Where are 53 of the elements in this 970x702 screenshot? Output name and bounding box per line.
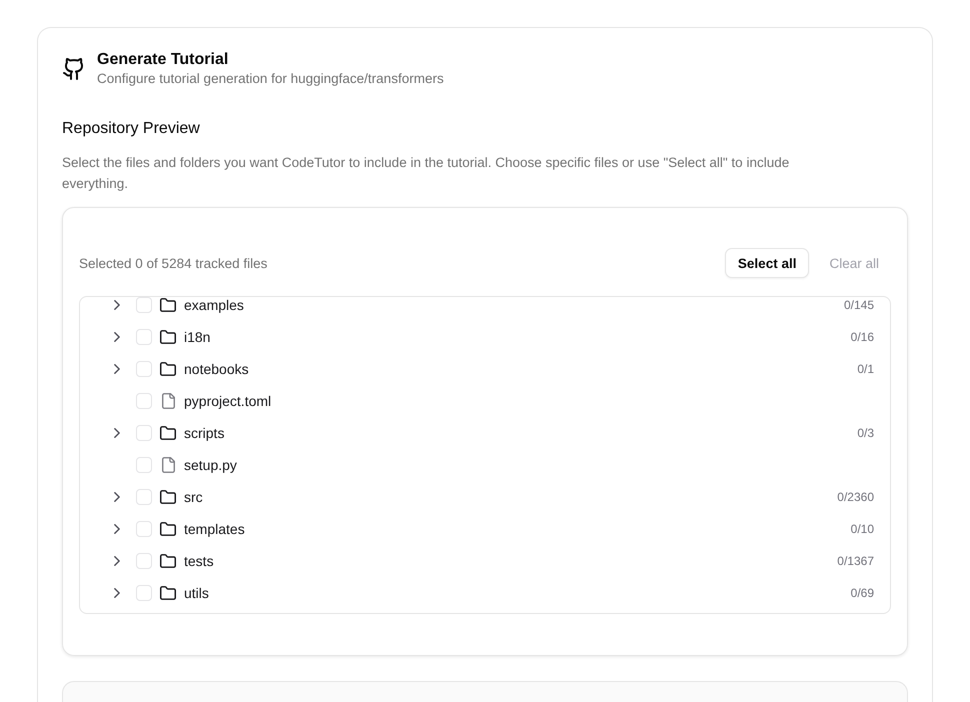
folder-name: tests (184, 553, 215, 569)
checkbox[interactable] (136, 585, 152, 601)
chevron-right-icon[interactable] (114, 492, 120, 502)
folder-icon (160, 330, 176, 344)
checkbox[interactable] (136, 521, 152, 537)
checkbox[interactable] (136, 393, 152, 409)
checkbox[interactable] (136, 297, 152, 313)
section-description: Select the files and folders you want CodeTutor to include in the tutorial. Choose specific files or use "Select all" to include everything. (62, 154, 790, 193)
section-heading: Repository Preview (62, 119, 201, 139)
folder-icon (160, 426, 176, 440)
checkbox[interactable] (136, 457, 152, 473)
folder-icon (160, 586, 176, 600)
chevron-right-icon[interactable] (114, 556, 120, 566)
checkbox[interactable] (136, 489, 152, 505)
folder-name: i18n (184, 329, 212, 345)
selection-summary: Selected 0 of 5284 tracked files (79, 256, 268, 270)
folder-name: src (184, 489, 204, 505)
file-icon (162, 457, 174, 473)
file-count: 0/3 (857, 426, 874, 440)
folder-name: examples (184, 297, 245, 313)
folder-name: templates (184, 521, 246, 537)
chevron-right-icon[interactable] (114, 588, 120, 598)
checkbox[interactable] (136, 553, 152, 569)
chevron-right-icon[interactable] (114, 428, 120, 438)
dialog-title: Generate Tutorial (97, 50, 230, 70)
dialog-subtitle: Configure tutorial generation for huggingface/transformers (97, 70, 444, 88)
file-count: 0/1367 (837, 554, 874, 568)
file-count: 0/16 (850, 330, 874, 344)
checkbox[interactable] (136, 425, 152, 441)
folder-icon (160, 522, 176, 536)
checkbox[interactable] (136, 329, 152, 345)
chevron-right-icon[interactable] (114, 300, 120, 310)
select-all-button[interactable]: Select all (724, 248, 810, 278)
chevron-right-icon[interactable] (114, 524, 120, 534)
file-icon (162, 393, 174, 409)
file-count: 0/69 (850, 586, 874, 600)
chevron-right-icon[interactable] (114, 364, 120, 374)
file-name: setup.py (184, 457, 238, 473)
folder-name: utils (184, 585, 210, 601)
folder-name: notebooks (184, 361, 250, 377)
checkbox[interactable] (136, 361, 152, 377)
chevron-right-icon[interactable] (114, 332, 120, 342)
folder-icon (160, 554, 176, 568)
file-count: 0/10 (850, 522, 874, 536)
folder-icon (160, 490, 176, 504)
file-name: pyproject.toml (184, 393, 272, 409)
file-count: 0/2360 (837, 490, 874, 504)
file-count: 0/1 (857, 362, 874, 376)
folder-icon (160, 298, 176, 312)
github-icon (63, 58, 83, 80)
file-count: 0/145 (844, 298, 874, 312)
folder-icon (160, 362, 176, 376)
folder-name: scripts (184, 425, 226, 441)
